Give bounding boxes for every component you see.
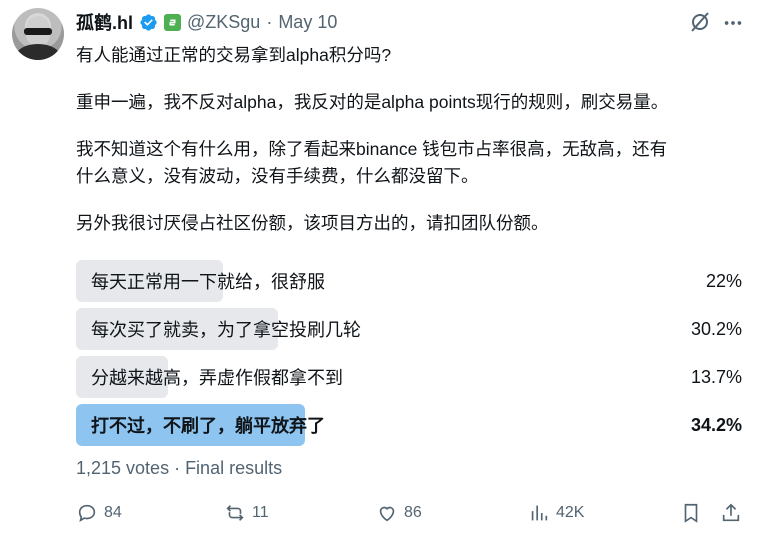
tweet-header: 孤鹤.hl @ZKSgu · May 10 <box>76 10 337 34</box>
poll-option-4: 打不过，不刷了，躺平放弃了 34.2% <box>76 404 746 446</box>
tweet-line: 重申一遍，我不反对alpha，我反对的是alpha points现行的规则，刷交… <box>76 92 669 112</box>
views-button[interactable]: 42K <box>528 498 584 528</box>
post-date[interactable]: May 10 <box>278 12 337 33</box>
poll-option-2: 每次买了就卖，为了拿空投刷几轮 30.2% <box>76 308 746 350</box>
poll-option-percent: 34.2% <box>690 414 742 435</box>
poll-option-label: 分越来越高，弄虚作假都拿不到 <box>91 368 343 388</box>
action-bar: 84 11 86 42K <box>76 498 748 528</box>
verified-badge-icon <box>140 13 157 31</box>
repost-count: 11 <box>252 504 269 521</box>
views-icon <box>531 505 548 521</box>
bookmark-icon <box>684 503 698 523</box>
views-count: 42K <box>556 504 585 521</box>
tweet-line: 我不知道这个有什么用，除了看起来binance 钱包市占率很高，无敌高，还有 <box>76 139 668 159</box>
separator-dot: · <box>266 11 273 32</box>
reply-icon <box>78 504 96 523</box>
poll-option-label: 每天正常用一下就给，很舒服 <box>91 272 325 292</box>
poll-option-percent: 22% <box>705 270 742 291</box>
grok-icon[interactable] <box>688 10 712 34</box>
like-icon <box>379 506 395 522</box>
repost-icon <box>226 505 244 521</box>
like-count: 86 <box>404 504 422 521</box>
display-name[interactable]: 孤鹤.hl <box>76 9 133 35</box>
affiliate-tag-icon[interactable] <box>164 13 181 31</box>
avatar-glasses <box>24 28 52 35</box>
poll-option-label: 打不过，不刷了，躺平放弃了 <box>91 416 325 436</box>
avatar-body <box>16 44 60 60</box>
bookmark-button[interactable] <box>680 498 702 528</box>
share-icon <box>722 503 740 522</box>
poll-option-label: 每次买了就卖，为了拿空投刷几轮 <box>91 320 361 340</box>
tweet-text: 有人能通过正常的交易拿到alpha积分吗? 重申一遍，我不反对alpha，我反对… <box>76 42 752 237</box>
poll-option-3: 分越来越高，弄虚作假都拿不到 13.7% <box>76 356 746 398</box>
poll-option-1: 每天正常用一下就给，很舒服 22% <box>76 260 746 302</box>
reply-button[interactable]: 84 <box>76 498 122 528</box>
poll-option-percent: 13.7% <box>690 366 742 387</box>
poll-option-percent: 30.2% <box>690 318 742 339</box>
author-handle[interactable]: @ZKSgu <box>187 12 260 33</box>
tweet-line: 另外我很讨厌侵占社区份额，该项目方出的，请扣团队份额。 <box>76 213 549 233</box>
tweet-line: 什么意义，没有波动，没有手续费，什么都没留下。 <box>76 166 479 186</box>
tweet-line: 有人能通过正常的交易拿到alpha积分吗? <box>76 45 392 65</box>
avatar[interactable] <box>12 8 64 60</box>
repost-button[interactable]: 11 <box>224 498 269 528</box>
poll-results-meta: 1,215 votes · Final results <box>76 458 283 478</box>
poll: 每天正常用一下就给，很舒服 22% 每次买了就卖，为了拿空投刷几轮 30.2% … <box>76 260 746 452</box>
like-button[interactable]: 86 <box>376 498 422 528</box>
more-icon[interactable] <box>722 12 744 34</box>
share-button[interactable] <box>720 498 742 528</box>
reply-count: 84 <box>104 504 122 521</box>
